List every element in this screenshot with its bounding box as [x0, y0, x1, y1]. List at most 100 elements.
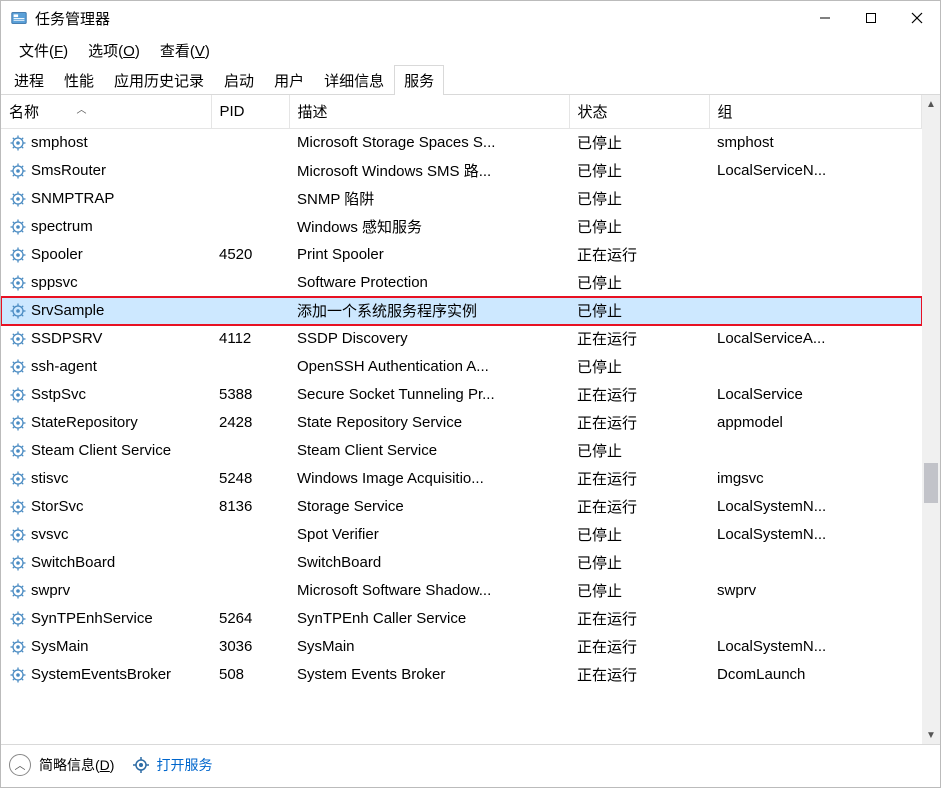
service-group — [709, 437, 922, 465]
service-name: SNMPTRAP — [31, 190, 114, 207]
vertical-scrollbar[interactable]: ▲ ▼ — [922, 95, 940, 744]
service-status: 已停止 — [569, 185, 709, 213]
table-row[interactable]: SysMain3036SysMain正在运行LocalSystemN... — [1, 633, 922, 661]
menu-file[interactable]: 文件(F) — [9, 36, 78, 65]
table-row[interactable]: smphostMicrosoft Storage Spaces S...已停止s… — [1, 129, 922, 157]
service-group: LocalSystemN... — [709, 493, 922, 521]
service-pid: 8136 — [211, 493, 289, 521]
service-gear-icon — [9, 526, 27, 544]
service-desc: Spot Verifier — [289, 521, 569, 549]
service-group: LocalServiceN... — [709, 157, 922, 185]
service-status: 已停止 — [569, 521, 709, 549]
service-gear-icon — [9, 302, 27, 320]
service-desc: Steam Client Service — [289, 437, 569, 465]
tab-startup[interactable]: 启动 — [214, 65, 264, 95]
table-row[interactable]: StateRepository2428State Repository Serv… — [1, 409, 922, 437]
table-row[interactable]: StorSvc8136Storage Service正在运行LocalSyste… — [1, 493, 922, 521]
service-gear-icon — [9, 134, 27, 152]
maximize-button[interactable] — [848, 1, 894, 35]
table-row[interactable]: SrvSample添加一个系统服务程序实例已停止 — [1, 297, 922, 325]
fewer-details-button[interactable]: ︿ 简略信息(D) — [9, 754, 114, 776]
service-status: 已停止 — [569, 269, 709, 297]
service-group: swprv — [709, 577, 922, 605]
service-gear-icon — [9, 358, 27, 376]
service-name: smphost — [31, 134, 88, 151]
service-desc: SSDP Discovery — [289, 325, 569, 353]
table-row[interactable]: swprvMicrosoft Software Shadow...已停止swpr… — [1, 577, 922, 605]
table-row[interactable]: SmsRouterMicrosoft Windows SMS 路...已停止Lo… — [1, 157, 922, 185]
service-gear-icon — [9, 162, 27, 180]
scroll-down-icon[interactable]: ▼ — [922, 726, 940, 744]
service-desc: SynTPEnh Caller Service — [289, 605, 569, 633]
service-pid — [211, 297, 289, 325]
menu-view[interactable]: 查看(V) — [150, 36, 220, 65]
open-services-label: 打开服务 — [156, 755, 212, 775]
tab-processes[interactable]: 进程 — [4, 65, 54, 95]
table-row[interactable]: SynTPEnhService5264SynTPEnh Caller Servi… — [1, 605, 922, 633]
service-pid — [211, 269, 289, 297]
table-row[interactable]: SstpSvc5388Secure Socket Tunneling Pr...… — [1, 381, 922, 409]
service-desc: Storage Service — [289, 493, 569, 521]
service-gear-icon — [9, 442, 27, 460]
service-name: swprv — [31, 582, 70, 599]
service-group — [709, 549, 922, 577]
open-services-link[interactable]: 打开服务 — [132, 755, 212, 775]
service-name: Steam Client Service — [31, 442, 171, 459]
service-name: SynTPEnhService — [31, 610, 153, 627]
tab-history[interactable]: 应用历史记录 — [104, 65, 214, 95]
service-status: 正在运行 — [569, 493, 709, 521]
service-desc: Software Protection — [289, 269, 569, 297]
scroll-up-icon[interactable]: ▲ — [922, 95, 940, 113]
service-group: LocalService — [709, 381, 922, 409]
bottom-bar: ︿ 简略信息(D) 打开服务 — [1, 745, 940, 785]
col-desc[interactable]: 描述 — [289, 95, 569, 129]
app-icon — [9, 8, 29, 28]
service-group: imgsvc — [709, 465, 922, 493]
col-pid[interactable]: PID — [211, 95, 289, 129]
table-row[interactable]: stisvc5248Windows Image Acquisitio...正在运… — [1, 465, 922, 493]
table-row[interactable]: spectrumWindows 感知服务已停止 — [1, 213, 922, 241]
titlebar: 任务管理器 — [1, 1, 940, 35]
window-title: 任务管理器 — [35, 8, 110, 29]
service-group — [709, 297, 922, 325]
col-group[interactable]: 组 — [709, 95, 922, 129]
service-pid — [211, 213, 289, 241]
sort-caret-icon: ︿ — [77, 105, 87, 116]
tab-details[interactable]: 详细信息 — [314, 65, 394, 95]
minimize-button[interactable] — [802, 1, 848, 35]
table-row[interactable]: SSDPSRV4112SSDP Discovery正在运行LocalServic… — [1, 325, 922, 353]
table-row[interactable]: SNMPTRAP SNMP 陷阱已停止 — [1, 185, 922, 213]
service-group: DcomLaunch — [709, 661, 922, 689]
service-group: LocalSystemN... — [709, 633, 922, 661]
table-row[interactable]: svsvcSpot Verifier已停止LocalSystemN... — [1, 521, 922, 549]
tab-services[interactable]: 服务 — [394, 65, 444, 95]
service-name: SstpSvc — [31, 386, 86, 403]
menu-options[interactable]: 选项(O) — [78, 36, 150, 65]
col-status[interactable]: 状态 — [569, 95, 709, 129]
service-group — [709, 605, 922, 633]
service-group — [709, 185, 922, 213]
close-button[interactable] — [894, 1, 940, 35]
table-row[interactable]: Spooler4520Print Spooler正在运行 — [1, 241, 922, 269]
service-desc: SNMP 陷阱 — [289, 185, 569, 213]
service-desc: System Events Broker — [289, 661, 569, 689]
table-row[interactable]: SystemEventsBroker508System Events Broke… — [1, 661, 922, 689]
col-name[interactable]: 名称 ︿ — [1, 95, 211, 129]
service-group — [709, 213, 922, 241]
tab-performance[interactable]: 性能 — [54, 65, 104, 95]
table-row[interactable]: ssh-agentOpenSSH Authentication A...已停止 — [1, 353, 922, 381]
tab-users[interactable]: 用户 — [264, 65, 314, 95]
table-row[interactable]: sppsvcSoftware Protection已停止 — [1, 269, 922, 297]
service-status: 正在运行 — [569, 605, 709, 633]
service-group — [709, 269, 922, 297]
service-desc: OpenSSH Authentication A... — [289, 353, 569, 381]
table-row[interactable]: Steam Client Service Steam Client Service… — [1, 437, 922, 465]
service-name: SystemEventsBroker — [31, 666, 171, 683]
service-status: 正在运行 — [569, 465, 709, 493]
table-row[interactable]: SwitchBoardSwitchBoard已停止 — [1, 549, 922, 577]
service-status: 已停止 — [569, 353, 709, 381]
service-pid — [211, 521, 289, 549]
service-name: SwitchBoard — [31, 554, 115, 571]
scroll-thumb[interactable] — [924, 463, 938, 503]
service-pid: 5388 — [211, 381, 289, 409]
